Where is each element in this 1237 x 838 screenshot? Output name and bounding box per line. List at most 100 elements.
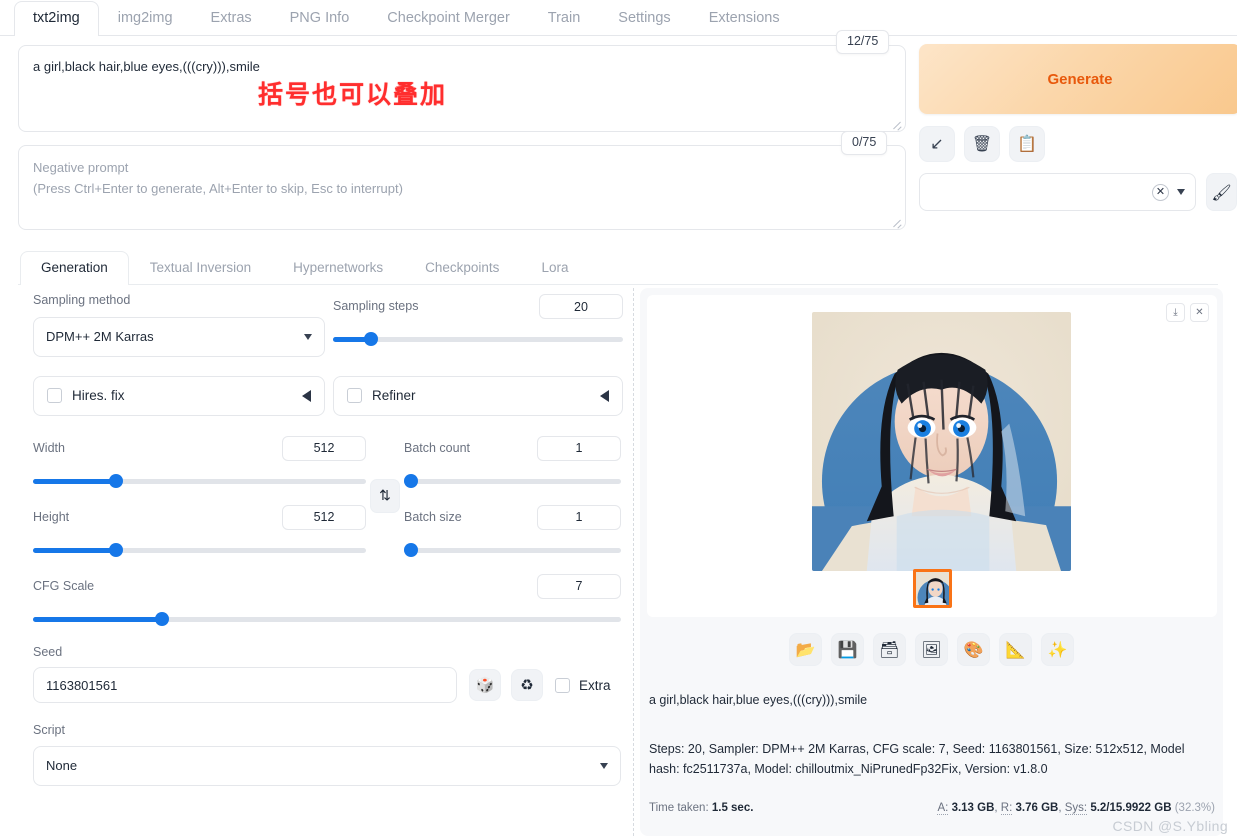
slider-knob[interactable] [109,473,124,488]
info-params-text: Steps: 20, Sampler: DPM++ 2M Karras, CFG… [649,742,1185,777]
slider-knob[interactable] [363,332,378,346]
batch-count-label: Batch count [404,440,471,455]
time-taken: Time taken: 1.5 sec. [649,802,753,814]
batch-size-slider[interactable] [404,542,621,557]
styles-row: ✕ 🖌 [919,173,1237,211]
apply-style-button[interactable]: 📋 [1009,126,1045,162]
negative-prompt-placeholder-line1: Negative prompt [33,160,129,175]
expand-arrow-icon[interactable] [302,389,311,402]
tab-train[interactable]: Train [529,1,600,36]
send-to-extras-icon: 📐 [1005,639,1026,659]
mem-r-value: 3.76 GB [1015,802,1059,814]
tab-img2img[interactable]: img2img [99,1,192,36]
resize-grip-icon [891,118,902,129]
negative-prompt-input[interactable]: Negative prompt (Press Ctrl+Enter to gen… [18,145,906,230]
cfg-scale-label: CFG Scale [33,578,95,593]
height-label: Height [33,509,70,524]
sampling-steps-label: Sampling steps [333,299,419,314]
slider-knob[interactable] [109,542,124,557]
extra-seed-checkbox[interactable] [555,677,570,693]
slider-knob[interactable] [404,542,418,557]
tab-settings[interactable]: Settings [599,1,689,36]
batch-size-label: Batch size [404,509,462,524]
tab-txt2img[interactable]: txt2img [14,0,99,36]
send-to-extras-button[interactable]: 📐 [999,633,1032,666]
save-zip-icon: 🗃 [879,639,900,659]
brush-icon: 🖌 [1211,182,1232,202]
refiner-checkbox[interactable] [347,388,362,403]
script-select[interactable]: None [33,745,621,786]
batch-size-value[interactable]: 1 [537,504,621,530]
mem-a-label: A: [937,802,949,815]
clear-styles-icon[interactable]: ✕ [1152,183,1169,201]
cfg-scale-group: CFG Scale 7 [33,573,621,626]
prompt-input[interactable]: a girl,black hair,blue eyes,(((cry))),sm… [18,45,906,132]
prompt-token-counter: 12/75 [836,30,890,54]
slider-track [404,547,621,553]
sampling-row: Sampling method DPM++ 2M Karras Sampling… [33,294,623,357]
sparkles-icon: ✨ [1047,639,1068,659]
tab-lora[interactable]: Lora [520,251,589,285]
generate-button[interactable]: Generate [919,44,1237,114]
generated-image[interactable] [812,312,1071,571]
tab-generation[interactable]: Generation [20,250,129,285]
open-folder-button[interactable]: 📂 [789,633,822,666]
annotation-overlay-text: 括号也可以叠加 [258,81,448,109]
sampling-steps-slider[interactable] [333,332,623,346]
sampling-steps-value[interactable]: 20 [539,294,623,319]
generate-column: Generate ↙ 🗑 📋 ✕ 🖌 [919,44,1237,211]
width-value[interactable]: 512 [282,435,366,461]
download-icon: ⤓ [1173,306,1178,318]
tab-hypernetworks[interactable]: Hypernetworks [272,251,404,285]
save-zip-button[interactable]: 🗃 [873,633,906,666]
slider-knob[interactable] [404,473,418,488]
hires-fix-accordion[interactable]: Hires. fix [33,375,325,416]
tab-extras[interactable]: Extras [192,1,271,36]
generation-settings: Sampling method DPM++ 2M Karras Sampling… [33,294,623,786]
save-icon: 💾 [837,639,858,659]
clear-prompt-button[interactable]: 🗑 [964,126,1000,162]
slider-knob[interactable] [155,611,170,626]
height-slider[interactable] [33,542,366,557]
seed-input[interactable]: 1163801561 [33,667,457,703]
sd-webui-app: txt2img img2img Extras PNG Info Checkpoi… [0,0,1237,838]
width-slider[interactable] [33,473,366,488]
edit-styles-button[interactable]: 🖌 [1206,173,1237,211]
height-value[interactable]: 512 [282,504,366,530]
swap-dimensions-button[interactable]: ⇅ [370,478,400,513]
close-icon: ✕ [1195,306,1204,318]
upscale-button[interactable]: ✨ [1041,633,1074,666]
generation-footer: Time taken: 1.5 sec. A: 3.13 GB, R: 3.76… [649,802,1215,815]
expand-arrow-icon[interactable] [600,389,609,402]
reuse-seed-button[interactable]: ♻ [511,669,543,701]
hires-fix-checkbox[interactable] [47,388,62,403]
save-button[interactable]: 💾 [831,633,864,666]
apply-style-icon: 📋 [1017,134,1037,153]
tab-checkpoint-merger[interactable]: Checkpoint Merger [368,1,529,36]
memory-stats: A: 3.13 GB, R: 3.76 GB, Sys: 5.2/15.9922… [937,802,1215,815]
refiner-accordion[interactable]: Refiner [333,375,623,416]
random-seed-button[interactable]: 🎲 [469,669,501,701]
sampling-method-select[interactable]: DPM++ 2M Karras [33,316,325,357]
send-to-inpaint-button[interactable]: 🎨 [957,633,990,666]
gallery-thumbnail[interactable] [912,569,952,608]
styles-dropdown[interactable]: ✕ [919,173,1196,211]
prompt-area: a girl,black hair,blue eyes,(((cry))),sm… [18,45,906,230]
cfg-scale-value[interactable]: 7 [537,573,621,599]
batch-count-value[interactable]: 1 [537,435,621,461]
tab-checkpoints[interactable]: Checkpoints [404,251,520,285]
close-gallery-button[interactable]: ✕ [1190,303,1209,322]
slider-track [404,478,621,484]
tab-extensions[interactable]: Extensions [690,1,799,36]
batch-count-slider[interactable] [404,473,621,488]
download-image-button[interactable]: ⤓ [1166,303,1185,322]
send-to-img2img-button[interactable]: 🖼 [915,633,948,666]
dimensions-row: Width 512 Height 512 ⇅ Batch count 1 Bat… [33,435,623,557]
sampling-method-value: DPM++ 2M Karras [46,329,154,344]
sampling-method-label: Sampling method [33,293,131,307]
mem-sys-percent: (32.3%) [1174,802,1215,814]
cfg-scale-slider[interactable] [33,611,621,626]
tab-textual-inversion[interactable]: Textual Inversion [129,251,272,285]
tab-png-info[interactable]: PNG Info [271,1,369,36]
paste-params-button[interactable]: ↙ [919,126,955,162]
